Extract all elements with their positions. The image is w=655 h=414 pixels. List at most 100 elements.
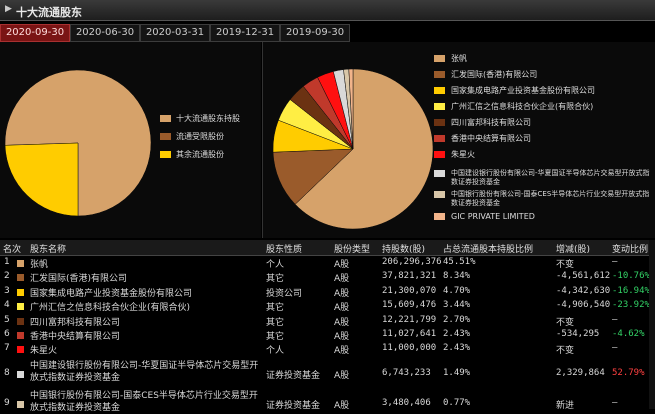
share-type-cell: A股 <box>334 274 350 285</box>
col-shares: 持股数(股) <box>382 245 426 255</box>
rank-cell: 4 <box>4 300 10 311</box>
table-scrollbar[interactable] <box>649 240 655 409</box>
right-legend-swatch <box>434 135 445 142</box>
panel-title: 十大流通股东 <box>16 6 82 19</box>
share-type-cell: A股 <box>334 317 350 328</box>
change-cell: 新进 <box>556 401 575 411</box>
holder-color-swatch <box>17 274 24 282</box>
table-row[interactable]: 4 广州汇信之信息科技合伙企业(有限合伙) 其它 A股 15,609,476 3.44% -… <box>0 300 655 314</box>
change-cell: -4,561,612 <box>556 271 611 282</box>
nature-cell: 其它 <box>266 332 285 342</box>
right-legend-swatch <box>434 103 445 110</box>
ratio-cell: 45.51% <box>443 257 476 267</box>
change-ratio-cell: -16.94% <box>612 285 650 296</box>
holder-name-cell: 朱星火 <box>30 346 58 357</box>
collapse-arrow-icon[interactable]: ▶ <box>5 4 12 14</box>
nature-cell: 投资公司 <box>266 288 303 299</box>
right-legend-label: GIC PRIVATE LIMITED <box>451 212 535 221</box>
right-legend-label: 朱星火 <box>451 150 475 159</box>
shares-cell: 11,000,000 <box>382 343 437 354</box>
table-row[interactable]: 8 中国建设银行股份有限公司-华夏国证半导体芯片交易型开放式指数证券投资基金 证券投… <box>0 361 655 383</box>
table-row[interactable]: 3 国家集成电路产业投资基金股份有限公司 投资公司 A股 21,300,070 4.70%… <box>0 286 655 300</box>
holder-name-cell: 广州汇信之信息科技合伙企业(有限合伙) <box>30 303 191 314</box>
change-cell: -534,295 <box>556 329 600 339</box>
share-type-cell: A股 <box>334 332 350 342</box>
rank-cell: 6 <box>4 329 10 339</box>
top-holders-pie-chart <box>272 68 434 230</box>
ratio-cell: 0.77% <box>443 398 471 408</box>
right-legend-label: 国家集成电路产业投资基金股份有限公司 <box>451 86 595 95</box>
left-legend-label: 十大流通股东持股 <box>176 114 240 123</box>
left-legend-swatch <box>160 151 171 158</box>
tab-period-4[interactable]: 2019-12-31 <box>210 24 280 42</box>
right-legend-label: 张帆 <box>451 54 467 63</box>
ratio-cell: 2.43% <box>443 329 471 339</box>
holder-name-cell: 中国银行股份有限公司-国泰CES半导体芯片行业交易型开放式指数证券投资基金 <box>30 391 258 413</box>
right-legend-label: 中国银行股份有限公司-国泰CES半导体芯片行业交易型开放式指数证券投资基金 <box>451 190 650 207</box>
holder-color-swatch <box>17 317 24 325</box>
shares-cell: 15,609,476 <box>382 300 437 311</box>
holder-name-cell: 香港中央结算有限公司 <box>30 332 121 342</box>
shares-cell: 6,743,233 <box>382 368 431 378</box>
right-legend-swatch <box>434 170 445 177</box>
nature-cell: 其它 <box>266 303 285 314</box>
tab-period-2[interactable]: 2020-06-30 <box>70 24 140 42</box>
change-cell: 不变 <box>556 346 575 357</box>
holder-name-cell: 中国建设银行股份有限公司-华夏国证半导体芯片交易型开放式指数证券投资基金 <box>30 361 259 383</box>
holder-color-swatch <box>17 332 24 339</box>
table-row[interactable]: 6 香港中央结算有限公司 其它 A股 11,027,641 2.43% -534,295 -4… <box>0 329 655 343</box>
tab-period-5[interactable]: 2019-09-30 <box>280 24 350 42</box>
left-legend-swatch <box>160 115 171 122</box>
share-type-cell: A股 <box>334 303 350 314</box>
change-ratio-cell: — <box>612 314 618 325</box>
change-ratio-cell: -4.62% <box>612 329 645 339</box>
left-legend-label: 流通受限股份 <box>176 132 224 141</box>
table-row[interactable]: 9 中国银行股份有限公司-国泰CES半导体芯片行业交易型开放式指数证券投资基金 证券… <box>0 391 655 413</box>
right-legend-swatch <box>434 151 445 158</box>
nature-cell: 其它 <box>266 317 285 328</box>
left-chart-panel: 十大流通股东持股 流通受限股份 其余流通股份 <box>0 42 261 238</box>
right-legend-label: 香港中央结算有限公司 <box>451 134 531 143</box>
rank-cell: 1 <box>4 257 10 267</box>
col-share-type: 股份类型 <box>334 245 371 255</box>
ratio-cell: 3.44% <box>443 300 471 311</box>
change-ratio-cell: -10.76% <box>612 271 650 282</box>
rank-cell: 9 <box>4 398 10 408</box>
table-row[interactable]: 5 四川富邦科技有限公司 其它 A股 12,221,799 2.70% 不变 — <box>0 315 655 329</box>
holder-name-cell: 四川富邦科技有限公司 <box>30 317 121 328</box>
pie-slice[interactable] <box>4 142 79 217</box>
right-legend-swatch <box>434 191 445 198</box>
change-ratio-cell: — <box>612 257 618 267</box>
right-legend-swatch <box>434 71 445 78</box>
table-row[interactable]: 7 朱星火 个人 A股 11,000,000 2.43% 不变 — <box>0 343 655 357</box>
rank-cell: 3 <box>4 285 10 296</box>
col-holder-name: 股东名称 <box>30 245 67 255</box>
holder-name-cell: 汇发国际(香港)有限公司 <box>30 274 128 285</box>
rank-cell: 7 <box>4 343 10 354</box>
tab-period-1[interactable]: 2020-09-30 <box>0 24 70 42</box>
nature-cell: 个人 <box>266 346 285 357</box>
table-row[interactable]: 2 汇发国际(香港)有限公司 其它 A股 37,821,321 8.34% -4,561,6… <box>0 271 655 285</box>
change-ratio-cell: — <box>612 398 618 408</box>
right-legend-label: 广州汇信之信息科技合伙企业(有限合伙) <box>451 102 594 111</box>
rank-cell: 2 <box>4 271 10 282</box>
left-legend-swatch <box>160 133 171 140</box>
ratio-cell: 2.43% <box>443 343 471 354</box>
ratio-cell: 4.70% <box>443 285 471 296</box>
col-rank: 名次 <box>3 245 22 255</box>
share-type-cell: A股 <box>334 401 350 411</box>
change-cell: 不变 <box>556 260 575 270</box>
table-row[interactable]: 1 张帆 个人 A股 206,296,376 45.51% 不变 — <box>0 257 655 271</box>
ratio-cell: 8.34% <box>443 271 471 282</box>
share-type-cell: A股 <box>334 260 350 270</box>
rank-cell: 8 <box>4 368 10 378</box>
tab-period-3[interactable]: 2020-03-31 <box>140 24 210 42</box>
shares-cell: 21,300,070 <box>382 285 437 296</box>
col-change: 增减(股) <box>556 245 591 255</box>
change-cell: 不变 <box>556 317 575 328</box>
right-legend-swatch <box>434 213 445 220</box>
holder-color-swatch <box>17 346 24 354</box>
right-legend-label: 汇发国际(香港)有限公司 <box>451 70 538 79</box>
shares-cell: 11,027,641 <box>382 329 437 339</box>
right-legend-swatch <box>434 87 445 94</box>
